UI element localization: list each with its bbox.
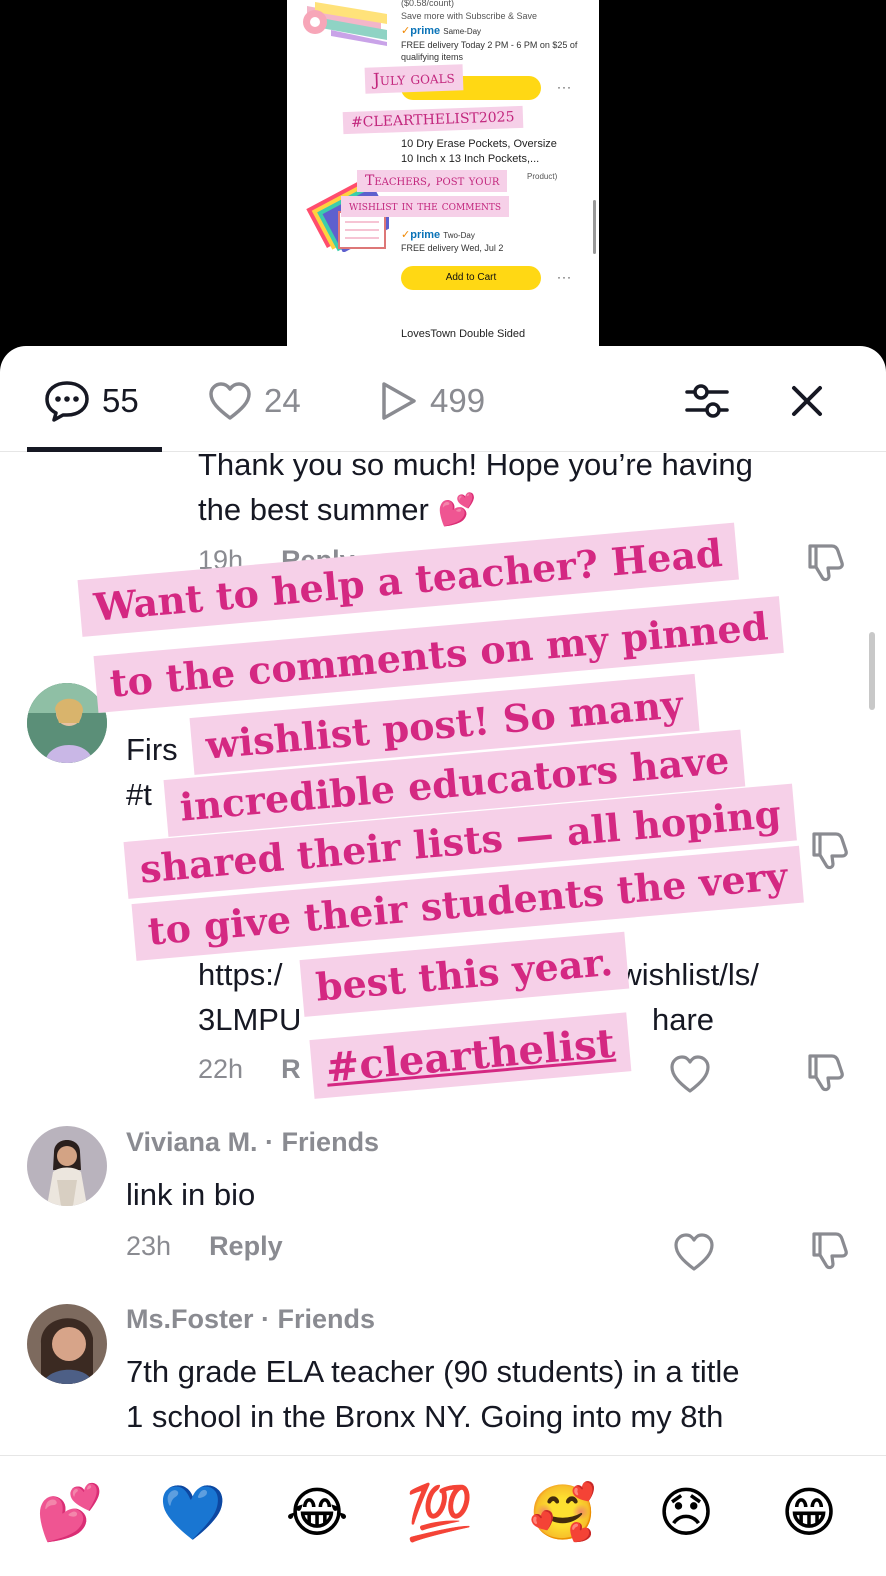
comment-link-text[interactable]: nz/wishlist/ls/ [578,952,759,997]
emoji-two-hearts[interactable]: 💕 [35,1478,105,1548]
comments-count: 55 [102,382,139,419]
add-to-cart-button[interactable]: Add to Cart [401,266,541,290]
close-button[interactable] [782,376,832,426]
sticker-july-goals: July goals [364,64,464,94]
commenter-name[interactable]: Viviana M. · Friends [126,1127,379,1158]
avatar[interactable] [27,1126,107,1206]
tape-product-image [301,0,389,46]
views-count: 499 [430,382,486,419]
price-count: ($0.58/count) [401,0,455,8]
comment-link-text[interactable]: https:/ [198,952,282,997]
sheet-tabs: 55 24 499 [0,346,886,452]
comment-link-text[interactable]: 3LMPU [198,997,301,1042]
sliders-icon [685,384,729,418]
comment-meta: 19h Reply [198,545,355,576]
product-tag: Product) [527,172,558,181]
product-title-line-2: 10 Inch x 13 Inch Pockets,... [401,153,540,165]
dislike-icon[interactable] [802,540,846,584]
frame-scrollbar [593,200,596,254]
avatar[interactable] [27,1304,107,1384]
product-title-line-1: 10 Dry Erase Pockets, Oversize [401,138,557,150]
sticker-teachers-line-1: Teachers, post your [357,170,508,192]
qualifying-text: qualifying items [401,52,464,62]
avatar[interactable] [27,683,107,763]
emoji-disappointed[interactable]: 😞 [651,1478,721,1548]
avatar-photo [27,1126,107,1206]
comment-text: hare [652,1002,715,1037]
emoji-quick-bar: 💕 💙 😂 💯 🥰 😞 😁 [0,1455,886,1576]
avatar-photo [27,683,107,763]
like-icon[interactable] [672,1230,716,1274]
dislike-icon[interactable] [802,1050,846,1094]
comment-icon [45,381,89,422]
comments-sheet: 55 24 499 Thank you so much! Hope you’re… [0,346,886,1576]
emoji-smiling-hearts[interactable]: 🥰 [528,1478,598,1548]
dislike-icon[interactable] [806,1228,850,1272]
filter-button[interactable] [682,376,732,426]
comment-text: Thank you so much! Hope you’re having [198,452,753,482]
prime-badge-2: ✓prime Two-Day [401,229,475,241]
reply-button[interactable]: R [281,1054,301,1084]
emoji-blue-heart[interactable]: 💙 [158,1478,228,1548]
comment-time: 19h [198,545,244,575]
dislike-icon[interactable] [806,828,850,872]
reply-button[interactable]: Reply [281,545,355,575]
comment-text: the best summer 💕 [198,492,477,527]
play-icon [382,382,416,420]
comment-meta: 23h Reply [126,1231,283,1262]
comment-text: link in bio [126,1177,256,1212]
reply-button[interactable]: Reply [209,1231,283,1261]
comment-time: 22h [198,1054,244,1084]
sticker-hashtag: #CLEARTHELIST2025 [342,105,523,135]
subscribe-text: Save more with Subscribe & Save [401,11,538,21]
heart-icon [209,382,251,420]
avatar-photo [27,1304,107,1384]
video-frame: ($0.58/count) Save more with Subscribe &… [287,0,599,350]
sticker-teachers-line-2: wishlist in the comments [341,196,510,217]
comment-text: #t [126,777,152,812]
screen: ($0.58/count) Save more with Subscribe &… [0,0,886,1576]
emoji-hundred[interactable]: 💯 [405,1478,475,1548]
delivery-text-2: FREE delivery Wed, Jul 2 [401,243,504,253]
tab-comments[interactable]: 55 [44,376,139,426]
like-icon[interactable] [668,1052,712,1096]
tab-views[interactable]: 499 [378,376,485,426]
prime-badge: ✓prime Same-Day [401,25,482,37]
tab-likes[interactable]: 24 [208,376,301,426]
comment-text: 1 school in the Bronx NY. Going into my … [126,1399,724,1434]
comment-list[interactable]: Thank you so much! Hope you’re having th… [0,452,886,1456]
delivery-text: FREE delivery Today 2 PM - 6 PM on $25 o… [401,40,578,50]
comment-text: 7th grade ELA teacher (90 students) in a… [126,1354,740,1389]
more-options-button-2[interactable]: ··· [557,270,572,284]
more-options-button[interactable]: ··· [557,80,572,94]
emoji-grin[interactable]: 😁 [774,1478,844,1548]
next-product-title: LovesTown Double Sided [401,328,526,340]
comments-scrollbar[interactable] [869,632,875,710]
commenter-name[interactable]: Ms.Foster · Friends [126,1304,375,1335]
close-icon [792,386,822,416]
comment-text: Firs [126,732,178,767]
comment-time: 23h [126,1231,172,1261]
likes-count: 24 [264,382,301,419]
comment-meta: 22h R [198,1054,301,1085]
emoji-joy[interactable]: 😂 [282,1478,352,1548]
video-player[interactable]: ($0.58/count) Save more with Subscribe &… [0,0,886,350]
